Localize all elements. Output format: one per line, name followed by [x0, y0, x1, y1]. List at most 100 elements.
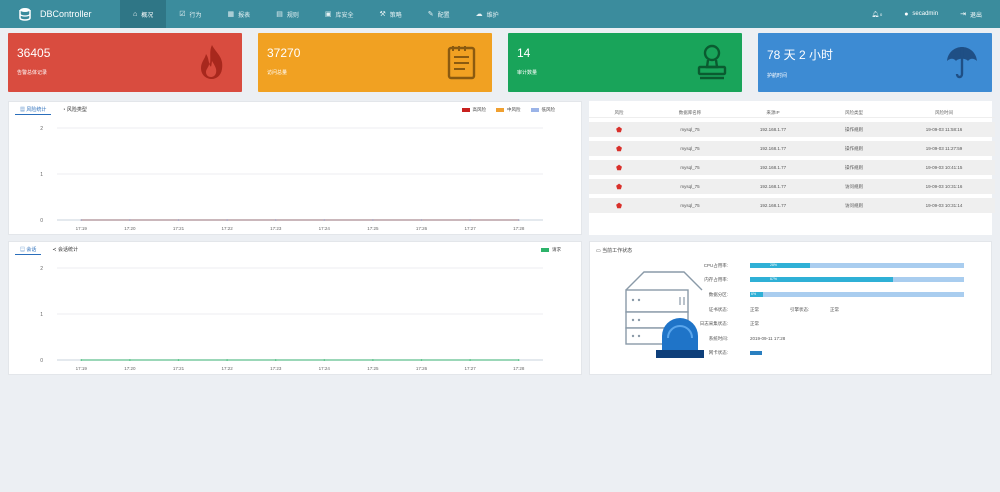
cpu-usage-row: CPU占用率: 28% — [590, 263, 990, 270]
risk-type-cell: 访问规则 — [815, 179, 893, 194]
tool-icon: ✎ — [427, 11, 434, 18]
collect-status-row: 日志采集状态: 正常 — [590, 321, 990, 328]
logout-label: 退出 — [969, 12, 982, 19]
nav-item-strategy[interactable]: ⚒ 策略 — [366, 0, 414, 28]
risk-type-cell: 操作规则 — [815, 122, 893, 137]
bell-icon: 🔔︎ — [871, 11, 879, 18]
data-point — [274, 359, 277, 361]
x-tick-label: 17:27 — [464, 226, 476, 231]
table-row[interactable]: ⬟ mysql_75 192.168.1.77 操作规则 19-09-03 11… — [589, 141, 995, 156]
x-tick-label: 17:28 — [513, 366, 525, 371]
nav-item-maintenance[interactable]: ☁ 维护 — [463, 0, 512, 28]
column-header[interactable]: 风险时间 — [893, 109, 995, 118]
data-point — [469, 359, 471, 361]
data-point — [129, 359, 131, 361]
nav-item-db-security[interactable]: ▣ 库安全 — [312, 0, 367, 28]
db-name-cell: mysql_75 — [649, 141, 731, 156]
collect-status-label: 日志采集状态: — [699, 321, 728, 326]
system-time-row: 系统时间: 2019-09-11 17:28 — [590, 336, 990, 343]
cpu-usage-bar: 28% — [750, 263, 964, 268]
source-ip-cell: 192.168.1.77 — [731, 179, 815, 194]
db-name-cell: mysql_75 — [649, 160, 731, 175]
status-panel: ▭ 当前工作状态 CPU占用率: 28% 内存占用率: 67% 数据分区: 6%… — [589, 241, 992, 375]
umbrella-icon — [947, 47, 977, 79]
risk-cell: ⬟ — [589, 160, 649, 175]
x-tick-label: 17:22 — [221, 226, 233, 231]
risk-time-cell: 19-09-03 11:27:59 — [893, 141, 995, 156]
user-menu[interactable]: ● secadmin — [904, 11, 938, 18]
notification-count: 0 — [879, 11, 883, 17]
data-point — [517, 359, 520, 361]
risk-cell: ⬟ — [589, 141, 649, 156]
brand[interactable]: DBController — [0, 7, 120, 21]
column-header[interactable]: 风险 — [589, 109, 649, 118]
disk-usage-bar: 6% — [750, 292, 964, 297]
x-tick-label: 17:25 — [367, 366, 379, 371]
logout-icon: ⇥ — [960, 11, 966, 18]
x-tick-label: 17:21 — [173, 366, 185, 371]
shield-icon: ⬟ — [615, 145, 623, 153]
x-tick-label: 17:20 — [124, 366, 136, 371]
shield-icon: ⬟ — [615, 183, 623, 191]
risk-table: 风险 数据库名称 来源IP 风险类型 风险时间 ⬟ mysql_75 192.1… — [589, 105, 995, 217]
cert-status-value: 正常 — [750, 307, 759, 312]
shield-icon: ⬟ — [615, 164, 623, 172]
table-row[interactable]: ⬟ mysql_75 192.168.1.77 操作规则 19-09-03 10… — [589, 160, 995, 175]
nav-label: 概况 — [141, 12, 154, 19]
data-point — [517, 219, 520, 221]
memory-usage-label: 内存占用率: — [704, 277, 728, 282]
db-name-cell: mysql_75 — [649, 179, 731, 194]
table-header-row: 风险 数据库名称 来源IP 风险类型 风险时间 — [589, 109, 995, 118]
logout-button[interactable]: ⇥ 退出 — [960, 10, 982, 19]
x-tick-label: 17:21 — [173, 226, 185, 231]
risk-chart-panel: ▦ 风险统计 ◔ 风险类型 高风险 中风险 低风险 0 1 2 17:19 17:20 1… — [8, 101, 582, 235]
stat-card-alerts[interactable]: 36405 告警总体记录 — [8, 33, 242, 92]
session-line-chart: 0 1 2 17:19 17:20 17:21 17:22 17:23 17:24 17:25 17… — [40, 266, 543, 371]
source-ip-cell: 192.168.1.77 — [731, 160, 815, 175]
x-tick-label: 17:19 — [76, 226, 88, 231]
risk-cell: ⬟ — [589, 122, 649, 137]
cert-status-label: 证书状态: — [708, 307, 728, 312]
x-tick-label: 17:28 — [513, 226, 525, 231]
risk-cell: ⬟ — [589, 179, 649, 194]
column-header[interactable]: 来源IP — [731, 109, 815, 118]
x-tick-label: 17:24 — [319, 366, 331, 371]
nav-item-reports[interactable]: ▦ 报表 — [215, 0, 264, 28]
data-point — [323, 219, 326, 221]
table-row[interactable]: ⬟ mysql_75 192.168.1.77 访问规则 19-09-03 10… — [589, 179, 995, 194]
nav-label: 库安全 — [335, 12, 354, 19]
db-security-icon: ▣ — [324, 11, 332, 18]
x-tick-label: 17:25 — [367, 226, 379, 231]
shield-icon: ⬟ — [615, 202, 623, 210]
column-header[interactable]: 风险类型 — [815, 109, 893, 118]
app-title: DBController — [40, 9, 92, 19]
nav-item-overview[interactable]: ⌂ 概况 — [120, 0, 167, 28]
stat-card-uptime[interactable]: 78 天 2 小时 护航时间 — [758, 33, 992, 92]
nav-item-behavior[interactable]: ☑ 行为 — [166, 0, 214, 28]
stat-card-access[interactable]: 37270 访问总量 — [258, 33, 492, 92]
x-tick-label: 17:20 — [124, 226, 136, 231]
nav-label: 规则 — [286, 12, 299, 19]
notifications-button[interactable]: 🔔︎ 0 — [871, 11, 882, 18]
table-row[interactable]: ⬟ mysql_75 192.168.1.77 访问规则 19-09-03 10… — [589, 198, 995, 213]
risk-time-cell: 19-09-03 10:31:16 — [893, 179, 995, 194]
y-tick-label: 2 — [40, 266, 43, 272]
table-row[interactable]: ⬟ mysql_75 192.168.1.77 操作规则 19-09-03 11… — [589, 122, 995, 137]
nic-status-label: 网卡状态: — [708, 350, 728, 355]
session-chart-panel: ▤ 会话 ≺ 会话统计 请求 0 1 2 17:19 17:20 17:21 17:22 17… — [8, 241, 582, 375]
fire-icon — [201, 45, 223, 79]
y-tick-label: 0 — [40, 358, 43, 364]
x-tick-label: 17:26 — [416, 226, 428, 231]
x-tick-label: 17:22 — [221, 366, 233, 371]
stat-card-audit[interactable]: 14 审计数量 — [508, 33, 742, 92]
check-icon: ☑ — [179, 11, 186, 18]
source-ip-cell: 192.168.1.77 — [731, 122, 815, 137]
column-header[interactable]: 数据库名称 — [649, 109, 731, 118]
cpu-usage-label: CPU占用率: — [703, 263, 728, 268]
nav-item-rules[interactable]: ▤ 规则 — [263, 0, 312, 28]
service-status-row: 证书状态: 正常 引擎状态: 正常 — [590, 307, 990, 314]
nav-item-config[interactable]: ✎ 配置 — [415, 0, 463, 28]
data-point — [226, 219, 228, 221]
status-title: ▭ 当前工作状态 — [596, 247, 632, 254]
source-ip-cell: 192.168.1.77 — [731, 141, 815, 156]
